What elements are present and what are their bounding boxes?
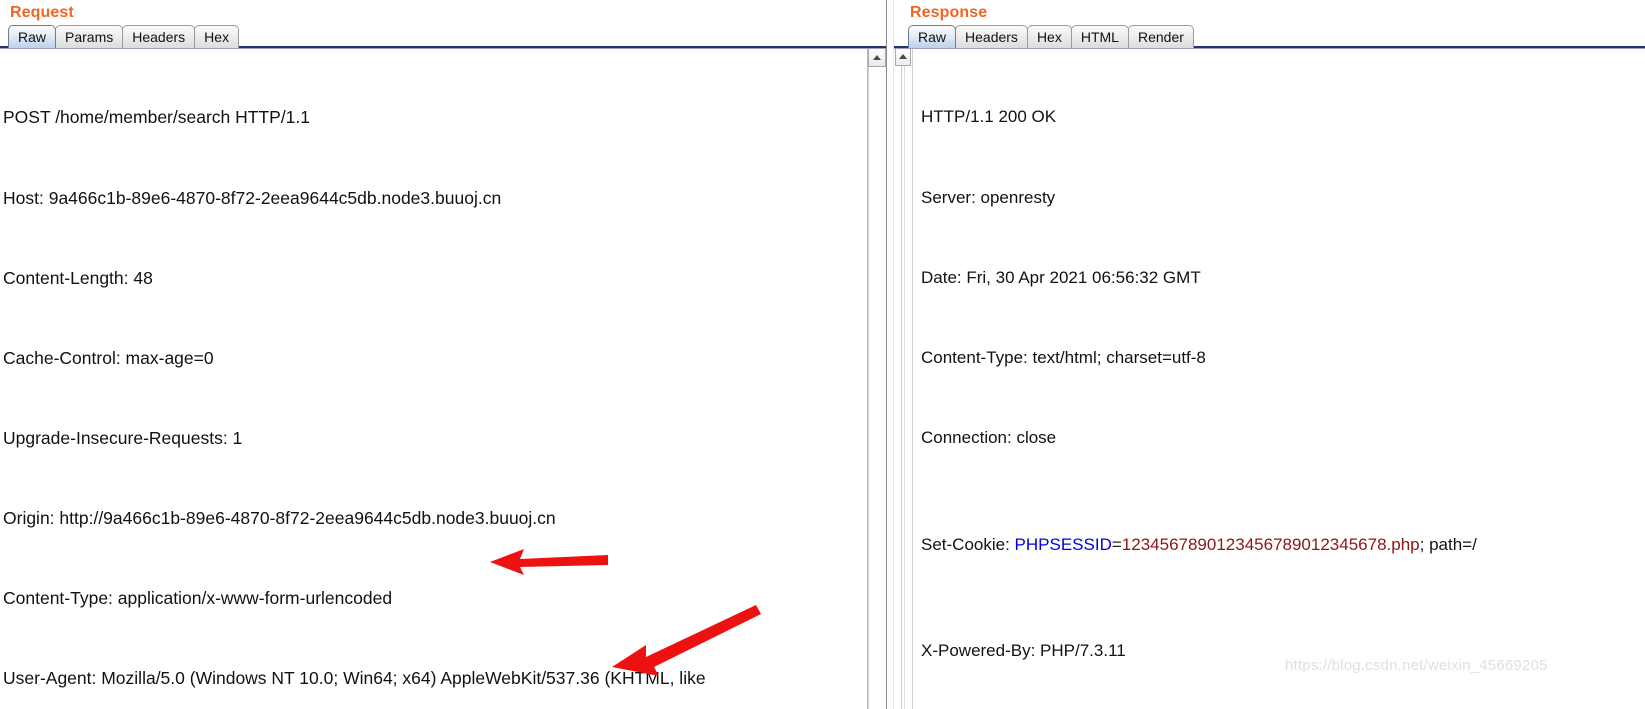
scrollbar-track[interactable]: [868, 67, 886, 709]
request-tabbar: Raw Params Headers Hex: [0, 25, 886, 48]
request-line: Cache-Control: max-age=0: [3, 347, 214, 368]
request-line: Content-Type: application/x-www-form-url…: [3, 587, 393, 608]
response-editor-wrap: HTTP/1.1 200 OK Server: openresty Date: …: [894, 48, 1645, 709]
tab-response-render[interactable]: Render: [1127, 25, 1194, 48]
scroll-up-arrow-icon[interactable]: [868, 49, 886, 67]
response-line: Date: Fri, 30 Apr 2021 06:56:32 GMT: [921, 267, 1201, 287]
request-line: Content-Length: 48: [3, 267, 153, 288]
request-line: User-Agent: Mozilla/5.0 (Windows NT 10.0…: [3, 668, 706, 689]
response-panel: Response Raw Headers Hex HTML Render HTT…: [894, 0, 1645, 709]
response-line: Content-Type: text/html; charset=utf-8: [921, 347, 1206, 367]
cookie-equals: =: [1111, 534, 1122, 554]
request-editor-wrap: POST /home/member/search HTTP/1.1 Host: …: [0, 48, 886, 709]
response-line: HTTP/1.1 200 OK: [921, 107, 1057, 127]
request-line: Upgrade-Insecure-Requests: 1: [3, 427, 243, 448]
tab-response-hex[interactable]: Hex: [1026, 25, 1072, 48]
burp-suite-request-response-view: Request Raw Params Headers Hex POST /hom…: [0, 0, 1645, 709]
response-line: X-Powered-By: PHP/7.3.11: [921, 641, 1126, 661]
cookie-name: PHPSESSID: [1014, 534, 1112, 554]
panel-splitter[interactable]: [886, 0, 894, 709]
tab-response-html[interactable]: HTML: [1070, 25, 1129, 48]
cookie-path: ; path=/: [1419, 534, 1477, 554]
response-set-cookie-line: Set-Cookie: PHPSESSID=123456789012345678…: [921, 532, 1645, 559]
scrollbar-track[interactable]: [901, 66, 905, 709]
response-tabbar: Raw Headers Hex HTML Render: [894, 25, 1645, 48]
tab-request-hex[interactable]: Hex: [194, 25, 240, 48]
response-raw-editor[interactable]: HTTP/1.1 200 OK Server: openresty Date: …: [913, 49, 1645, 709]
request-line: Host: 9a466c1b-89e6-4870-8f72-2eea9644c5…: [3, 187, 502, 208]
tab-response-headers[interactable]: Headers: [955, 25, 1028, 48]
response-line: Connection: close: [921, 427, 1057, 447]
tab-request-params[interactable]: Params: [55, 25, 124, 48]
response-line: Server: openresty: [921, 187, 1056, 207]
response-vertical-scrollbar[interactable]: [894, 49, 913, 709]
set-cookie-label: Set-Cookie:: [921, 534, 1015, 554]
scroll-up-arrow-icon[interactable]: [895, 49, 911, 66]
request-panel-title: Request: [0, 0, 886, 25]
tab-request-raw[interactable]: Raw: [8, 25, 57, 48]
request-line: Origin: http://9a466c1b-89e6-4870-8f72-2…: [3, 507, 556, 528]
request-line: POST /home/member/search HTTP/1.1: [3, 107, 311, 128]
request-vertical-scrollbar[interactable]: [867, 49, 886, 709]
cookie-value: 1234567890123456789012345678.php: [1121, 534, 1420, 554]
tab-request-headers[interactable]: Headers: [122, 25, 196, 48]
tab-response-raw[interactable]: Raw: [908, 25, 957, 48]
response-panel-title: Response: [894, 0, 1645, 25]
request-raw-editor[interactable]: POST /home/member/search HTTP/1.1 Host: …: [0, 49, 867, 709]
request-panel: Request Raw Params Headers Hex POST /hom…: [0, 0, 886, 709]
